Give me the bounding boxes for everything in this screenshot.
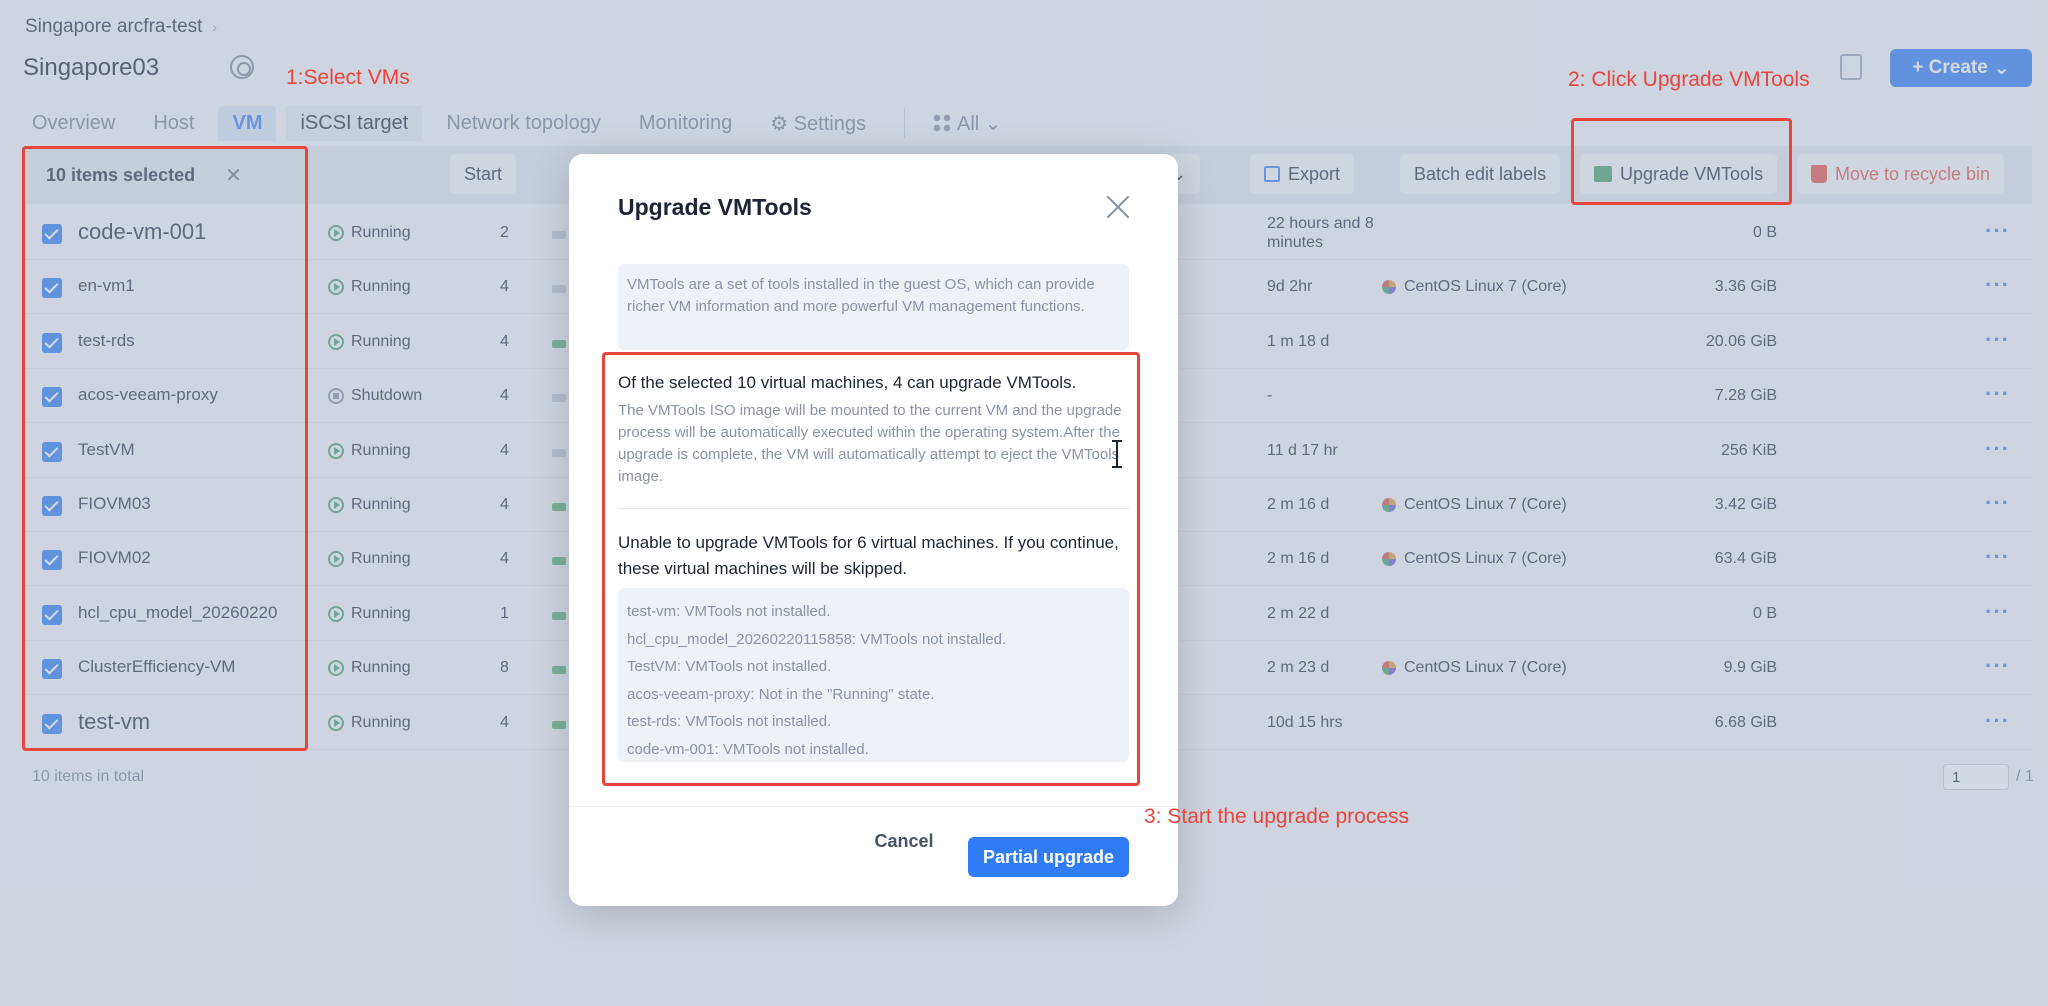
partial-upgrade-button[interactable]: Partial upgrade — [968, 837, 1129, 877]
annotation-step1: 1:Select VMs — [286, 66, 410, 89]
vmtools-info: VMTools are a set of tools installed in … — [618, 264, 1129, 350]
cancel-button[interactable]: Cancel — [869, 822, 939, 860]
annotation-box-select-vms — [22, 146, 308, 751]
annotation-box-modal-content — [602, 352, 1140, 786]
dialog-footer-divider — [569, 806, 1178, 807]
close-icon[interactable] — [1105, 194, 1131, 220]
annotation-step2: 2: Click Upgrade VMTools — [1568, 68, 1810, 91]
annotation-step3: 3: Start the upgrade process — [1144, 805, 1409, 828]
annotation-box-upgrade-button — [1571, 118, 1792, 205]
dialog-title: Upgrade VMTools — [618, 194, 812, 220]
